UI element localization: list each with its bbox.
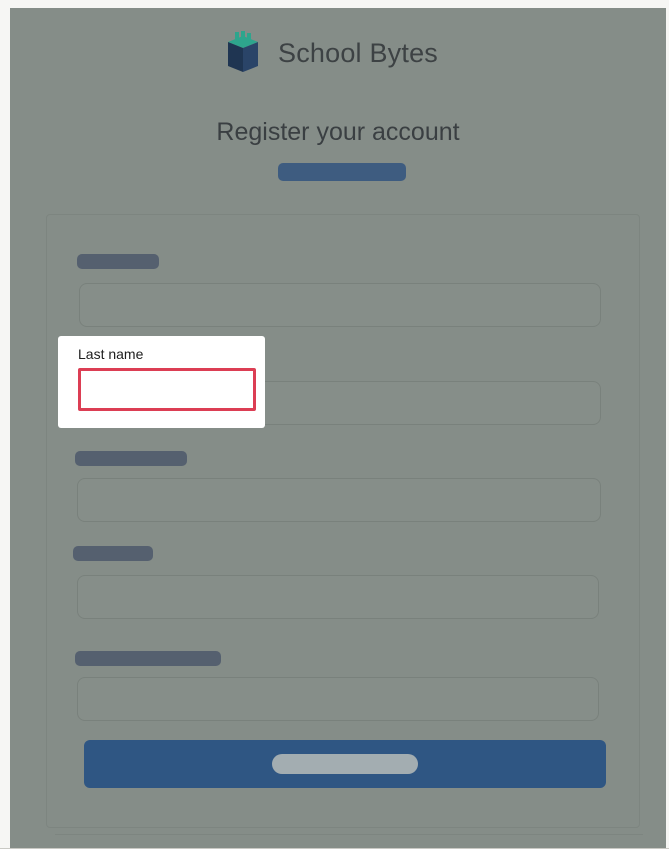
redacted-subtitle [278, 163, 406, 181]
redacted-button-label [272, 754, 418, 774]
highlighted-field: Last name [58, 336, 265, 428]
redacted-field-label [73, 546, 153, 561]
last-name-input[interactable] [78, 368, 256, 411]
redacted-field-label [75, 451, 187, 466]
dimmed-overlay: School Bytes Register your account [10, 8, 666, 848]
logo: School Bytes [224, 30, 438, 76]
registration-form [46, 214, 640, 828]
header: School Bytes Register your account [10, 8, 666, 208]
redacted-field-label [77, 254, 159, 269]
redacted-field-label [75, 651, 221, 666]
form-input[interactable] [79, 283, 601, 327]
card-footer-edge [55, 834, 643, 849]
form-input[interactable] [77, 478, 601, 522]
last-name-label: Last name [78, 346, 144, 362]
submit-button[interactable] [84, 740, 606, 788]
book-stack-icon [228, 31, 258, 72]
page-title: Register your account [216, 118, 460, 146]
form-input[interactable] [77, 677, 599, 721]
brand-name: School Bytes [278, 37, 438, 68]
form-input[interactable] [77, 575, 599, 619]
page: School Bytes Register your account Last … [0, 0, 669, 848]
